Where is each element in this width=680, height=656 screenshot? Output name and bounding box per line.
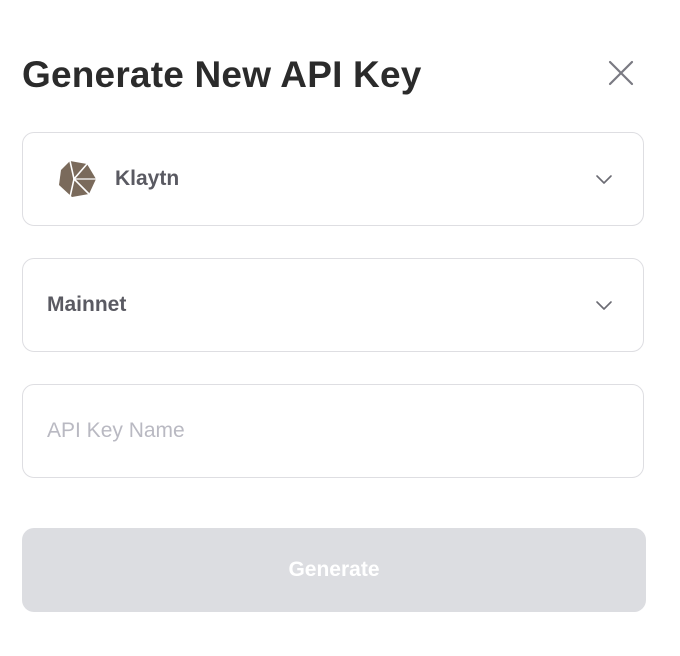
close-icon	[608, 60, 634, 86]
generate-api-key-modal: Generate New API Key Klaytn Mainnet Ge	[0, 0, 680, 656]
network-select[interactable]: Mainnet	[22, 258, 644, 352]
close-button[interactable]	[602, 54, 640, 92]
klaytn-logo-icon	[57, 159, 97, 199]
api-key-name-field	[22, 384, 644, 478]
chain-select-value: Klaytn	[115, 167, 180, 190]
modal-title: Generate New API Key	[22, 54, 422, 95]
chain-select[interactable]: Klaytn	[22, 132, 644, 226]
chevron-down-icon	[596, 301, 612, 310]
api-key-name-input[interactable]	[47, 419, 607, 443]
network-select-value: Mainnet	[47, 293, 127, 316]
chevron-down-icon	[596, 175, 612, 184]
generate-button[interactable]: Generate	[22, 528, 646, 612]
